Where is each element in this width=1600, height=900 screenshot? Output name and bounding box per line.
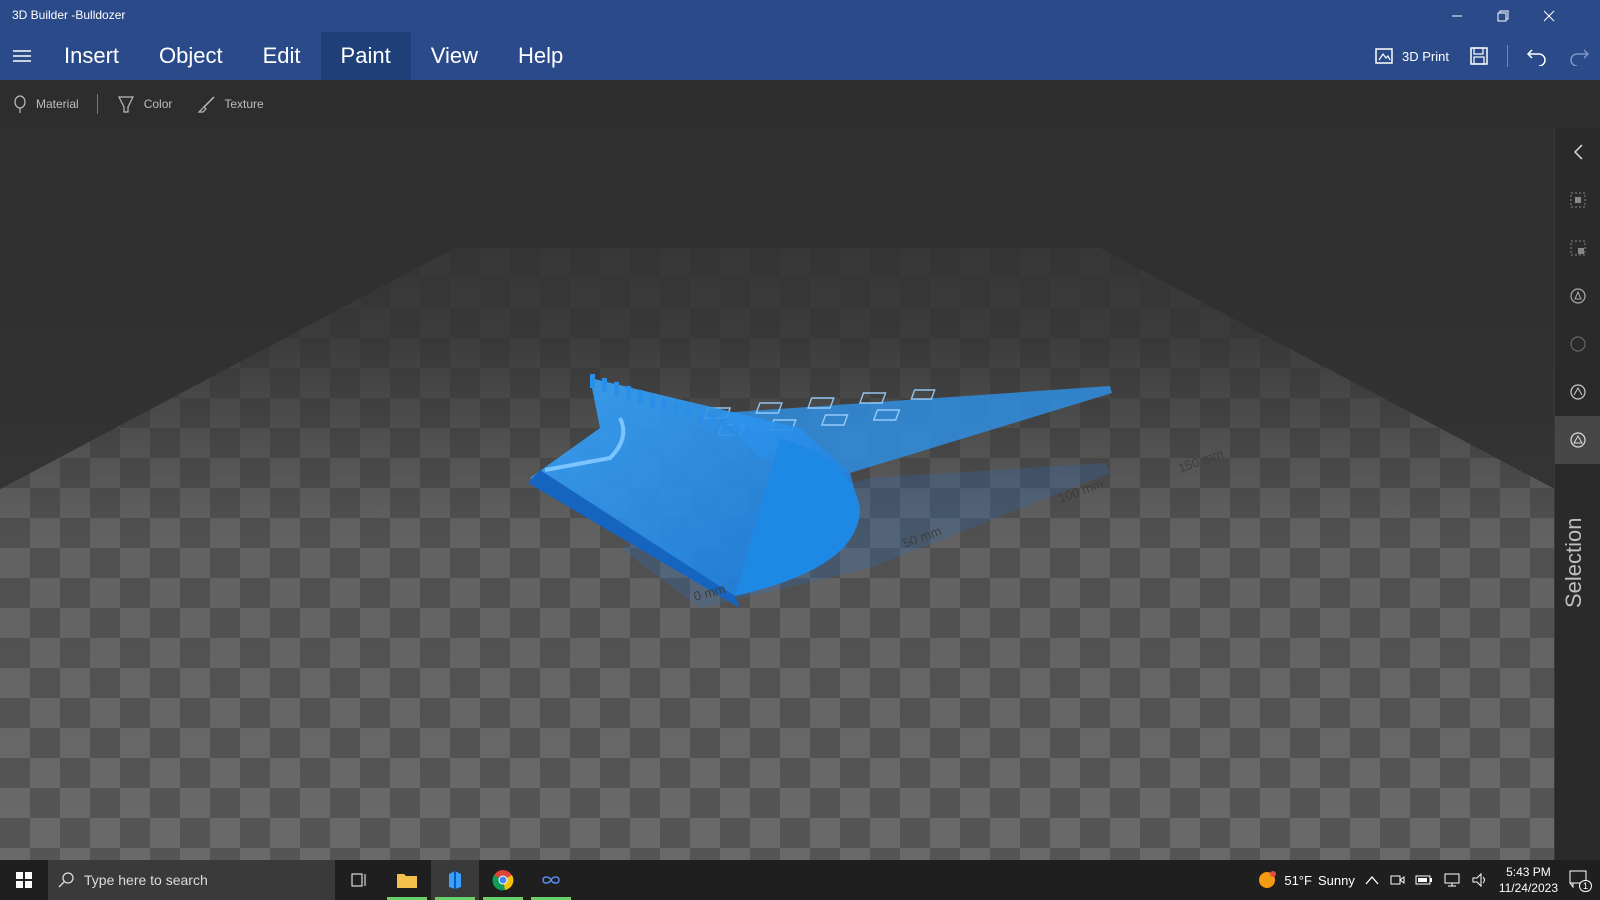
- clock-time: 5:43 PM: [1506, 865, 1551, 879]
- window-title: 3D Builder -Bulldozer: [12, 8, 126, 22]
- paint-toolbar: Material Color Texture: [0, 80, 1555, 128]
- chrome-taskbar[interactable]: [479, 860, 527, 900]
- 3d-builder-taskbar[interactable]: [431, 860, 479, 900]
- save-icon: [1470, 47, 1488, 65]
- notifications-button[interactable]: 1: [1568, 868, 1592, 892]
- weather-desc: Sunny: [1317, 872, 1355, 888]
- 3d-print-icon: [1375, 48, 1393, 64]
- title-bar: 3D Builder -Bulldozer Insert Object Edit…: [0, 0, 1600, 80]
- minimize-button[interactable]: [1434, 0, 1480, 32]
- restore-button[interactable]: [1480, 0, 1526, 32]
- hamburger-icon: [13, 50, 31, 62]
- menu-object[interactable]: Object: [139, 32, 243, 80]
- toolbar-separator: [1507, 45, 1508, 67]
- app-taskbar[interactable]: [527, 860, 575, 900]
- material-tool[interactable]: Material: [0, 95, 91, 113]
- select-faces-button[interactable]: [1555, 320, 1600, 368]
- 3d-print-label: 3D Print: [1402, 48, 1449, 64]
- chevron-left-icon: [1573, 144, 1583, 160]
- weather-widget[interactable]: 51°F Sunny: [1256, 869, 1355, 891]
- restore-icon: [1497, 10, 1509, 22]
- top-right-tools: 3D Print: [1364, 32, 1600, 80]
- select-all-icon: [1570, 192, 1585, 208]
- deselect-icon: [1570, 240, 1585, 256]
- collapse-panel-button[interactable]: [1555, 128, 1600, 176]
- menu-edit[interactable]: Edit: [243, 32, 321, 80]
- menu-paint[interactable]: Paint: [320, 32, 411, 80]
- 3d-viewport[interactable]: 50 mm 100 mm 150 mm 0 mm: [0, 128, 1555, 860]
- volume-icon[interactable]: [1471, 872, 1489, 888]
- minimize-icon: [1452, 15, 1462, 17]
- select-edges-button[interactable]: [1555, 368, 1600, 416]
- clock-date: 11/24/2023: [1498, 881, 1558, 895]
- deselect-button[interactable]: [1555, 224, 1600, 272]
- menu-view[interactable]: View: [411, 32, 498, 80]
- material-label: Material: [36, 97, 79, 111]
- right-panel: Selection: [1554, 128, 1600, 860]
- selection-panel-label: Selection: [1561, 517, 1586, 608]
- sun-icon: [1259, 871, 1277, 888]
- select-edges-icon: [1569, 384, 1586, 400]
- redo-button[interactable]: [1558, 46, 1600, 66]
- 3d-builder-icon: [449, 871, 461, 889]
- circle-icon: [1569, 336, 1586, 352]
- battery-icon[interactable]: [1415, 873, 1433, 887]
- hamburger-menu-button[interactable]: [0, 32, 44, 80]
- taskbar: Type here to search 51°F Sunny 5:43 PM 1…: [0, 860, 1600, 900]
- network-icon[interactable]: [1443, 872, 1461, 888]
- task-view-icon: [351, 873, 366, 887]
- system-tray: 51°F Sunny 5:43 PM 11/24/2023 1: [1256, 860, 1600, 900]
- menu-bar: Insert Object Edit Paint View Help: [0, 32, 583, 80]
- select-objects-button[interactable]: [1555, 272, 1600, 320]
- chrome-icon: [492, 870, 514, 891]
- undo-button[interactable]: [1516, 46, 1558, 66]
- scene-svg: 50 mm 100 mm 150 mm 0 mm: [0, 128, 1555, 860]
- meet-now-icon[interactable]: [1389, 872, 1405, 888]
- menu-help[interactable]: Help: [498, 32, 583, 80]
- search-placeholder: Type here to search: [84, 872, 208, 888]
- brush-icon: [197, 96, 215, 113]
- texture-tool[interactable]: Texture: [184, 95, 275, 113]
- taskbar-search-box[interactable]: Type here to search: [48, 860, 335, 900]
- chevron-up-icon[interactable]: [1365, 875, 1379, 885]
- color-label: Color: [143, 97, 173, 111]
- menu-insert[interactable]: Insert: [44, 32, 139, 80]
- color-tool[interactable]: Color: [104, 95, 185, 113]
- windows-logo-icon: [16, 872, 32, 888]
- paint-bucket-icon: [117, 96, 134, 113]
- notification-badge: 1: [1578, 880, 1592, 892]
- start-button[interactable]: [0, 860, 48, 900]
- 3d-print-button[interactable]: 3D Print: [1364, 46, 1459, 66]
- select-vertices-icon: [1569, 432, 1586, 448]
- select-vertices-button[interactable]: [1555, 416, 1600, 464]
- redo-icon: [1570, 49, 1590, 66]
- material-icon: [14, 95, 26, 113]
- undo-icon: [1526, 49, 1546, 66]
- close-button[interactable]: [1526, 0, 1572, 32]
- weather-temp: 51°F: [1284, 872, 1312, 888]
- close-icon: [1543, 10, 1555, 22]
- task-view-button[interactable]: [335, 860, 383, 900]
- paint-separator: [96, 94, 98, 114]
- save-button[interactable]: [1459, 46, 1499, 66]
- texture-label: Texture: [224, 97, 264, 111]
- folder-icon: [397, 874, 417, 888]
- clock[interactable]: 5:43 PM 11/24/2023: [1499, 864, 1558, 896]
- file-explorer-taskbar[interactable]: [383, 860, 431, 900]
- search-icon: [58, 872, 74, 888]
- select-all-button[interactable]: [1555, 176, 1600, 224]
- infinity-icon: [542, 876, 560, 884]
- select-objects-icon: [1569, 288, 1586, 304]
